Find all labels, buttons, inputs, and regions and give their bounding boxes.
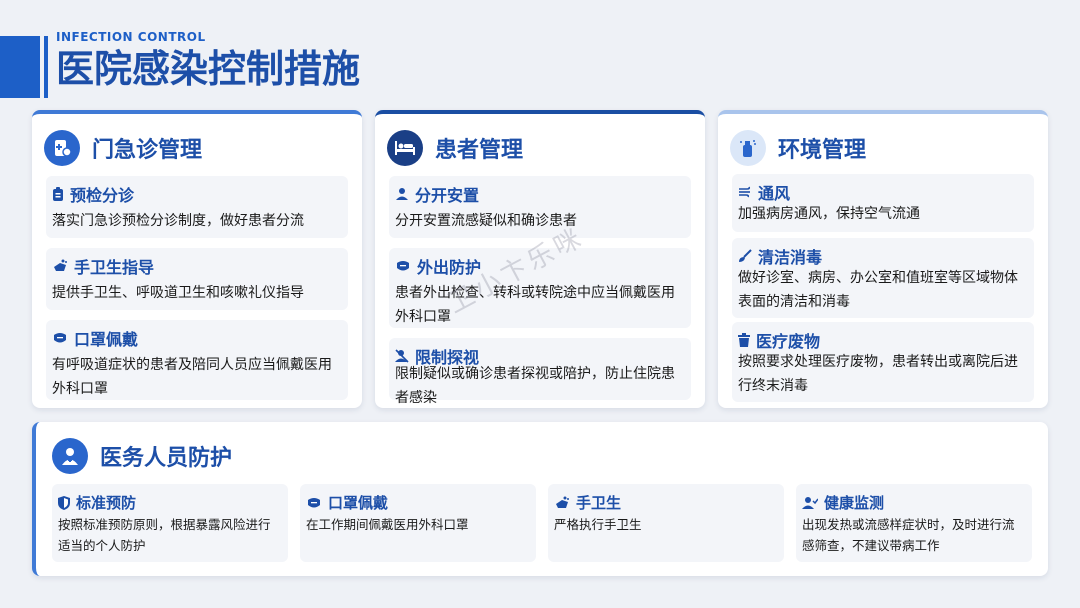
mask-icon: [306, 496, 322, 510]
item-text: 患者外出检查、转科或转院途中应当佩戴医用外科口罩: [395, 285, 675, 325]
item-title: 医疗废物: [756, 332, 821, 351]
page-eyebrow: INFECTION CONTROL: [56, 30, 206, 44]
list-item: 清洁消毒 做好诊室、病房、办公室和值班室等区域物体表面的清洁和消毒: [732, 238, 1034, 318]
list-item: 手卫生 严格执行手卫生: [548, 484, 784, 562]
card-emergency: 门急诊管理 预检分诊 落实门急诊预检分诊制度，做好患者分流 手卫生指导 提供手卫…: [32, 110, 362, 408]
item-text: 出现发热或流感样症状时，及时进行流感筛查，不建议带病工作: [802, 517, 1015, 553]
header-accent-line: [44, 36, 48, 98]
card-environment: 环境管理 通风 加强病房通风，保持空气流通 清洁消毒 做好诊室、病房、办公室和值…: [718, 110, 1048, 408]
item-title: 手卫生指导: [74, 258, 155, 277]
list-item: 通风 加强病房通风，保持空气流通: [732, 174, 1034, 232]
item-text: 加强病房通风，保持空气流通: [738, 206, 920, 222]
item-title: 口罩佩戴: [74, 330, 139, 349]
item-text: 限制疑似或确诊患者探视或陪护，防止住院患者感染: [395, 366, 675, 406]
item-title: 标准预防: [76, 494, 137, 512]
item-title: 口罩佩戴: [328, 494, 389, 512]
list-item: 手卫生指导 提供手卫生、呼吸道卫生和咳嗽礼仪指导: [46, 248, 348, 310]
card-header: 医务人员防护: [52, 438, 232, 474]
doctor-icon: [52, 438, 88, 474]
item-title: 清洁消毒: [758, 248, 823, 267]
item-title: 手卫生: [576, 494, 622, 512]
card-title: 患者管理: [435, 138, 524, 163]
item-title: 分开安置: [415, 186, 480, 205]
no-visit-icon: [395, 349, 409, 363]
hand-wash-icon: [554, 496, 570, 510]
spray-icon: [730, 130, 766, 166]
clinic-icon: [44, 130, 80, 166]
hand-wash-icon: [52, 259, 68, 273]
list-item: 标准预防 按照标准预防原则，根据暴露风险进行适当的个人防护: [52, 484, 288, 562]
card-header: 患者管理: [387, 128, 523, 168]
list-item: 口罩佩戴 有呼吸道症状的患者及陪同人员应当佩戴医用外科口罩: [46, 320, 348, 400]
item-text: 有呼吸道症状的患者及陪同人员应当佩戴医用外科口罩: [52, 357, 332, 397]
list-item: 预检分诊 落实门急诊预检分诊制度，做好患者分流: [46, 176, 348, 238]
header-accent-bar: [0, 36, 40, 98]
wind-icon: [738, 186, 752, 198]
list-item: 外出防护 患者外出检查、转科或转院途中应当佩戴医用外科口罩: [389, 248, 691, 328]
card-header: 环境管理: [730, 128, 866, 168]
list-item: 健康监测 出现发热或流感样症状时，及时进行流感筛查，不建议带病工作: [796, 484, 1032, 562]
item-text: 在工作期间佩戴医用外科口罩: [306, 517, 469, 532]
item-title: 健康监测: [824, 494, 885, 512]
list-item: 分开安置 分开安置流感疑似和确诊患者: [389, 176, 691, 238]
mask-icon: [395, 259, 411, 273]
item-text: 分开安置流感疑似和确诊患者: [395, 213, 577, 229]
list-item: 口罩佩戴 在工作期间佩戴医用外科口罩: [300, 484, 536, 562]
card-title: 医务人员防护: [100, 446, 233, 471]
item-title: 通风: [758, 184, 791, 203]
item-title: 预检分诊: [70, 186, 135, 205]
card-title: 环境管理: [778, 138, 867, 163]
item-text: 严格执行手卫生: [554, 517, 642, 532]
people-icon: [395, 187, 409, 201]
clipboard-icon: [52, 187, 64, 201]
item-text: 提供手卫生、呼吸道卫生和咳嗽礼仪指导: [52, 285, 304, 301]
mask-icon: [52, 331, 68, 345]
item-text: 按照要求处理医疗废物，患者转出或离院后进行终末消毒: [738, 354, 1018, 394]
list-item: 医疗废物 按照要求处理医疗废物，患者转出或离院后进行终末消毒: [732, 322, 1034, 402]
hospital-bed-icon: [387, 130, 423, 166]
trash-icon: [738, 333, 750, 347]
item-text: 落实门急诊预检分诊制度，做好患者分流: [52, 213, 304, 229]
card-patient: 患者管理 分开安置 分开安置流感疑似和确诊患者 外出防护 患者外出检查、转科或转…: [375, 110, 705, 408]
item-title: 外出防护: [417, 258, 482, 277]
card-title: 门急诊管理: [92, 138, 203, 163]
card-header: 门急诊管理: [44, 128, 202, 168]
brush-icon: [738, 249, 752, 263]
page-title: 医院感染控制措施: [56, 47, 361, 91]
user-check-icon: [802, 496, 818, 510]
item-text: 做好诊室、病房、办公室和值班室等区域物体表面的清洁和消毒: [738, 270, 1018, 310]
list-item: 限制探视 限制疑似或确诊患者探视或陪护，防止住院患者感染: [389, 338, 691, 406]
card-staff-protection: 医务人员防护 标准预防 按照标准预防原则，根据暴露风险进行适当的个人防护 口罩佩…: [32, 422, 1048, 576]
shield-icon: [58, 495, 70, 510]
item-text: 按照标准预防原则，根据暴露风险进行适当的个人防护: [58, 517, 271, 553]
